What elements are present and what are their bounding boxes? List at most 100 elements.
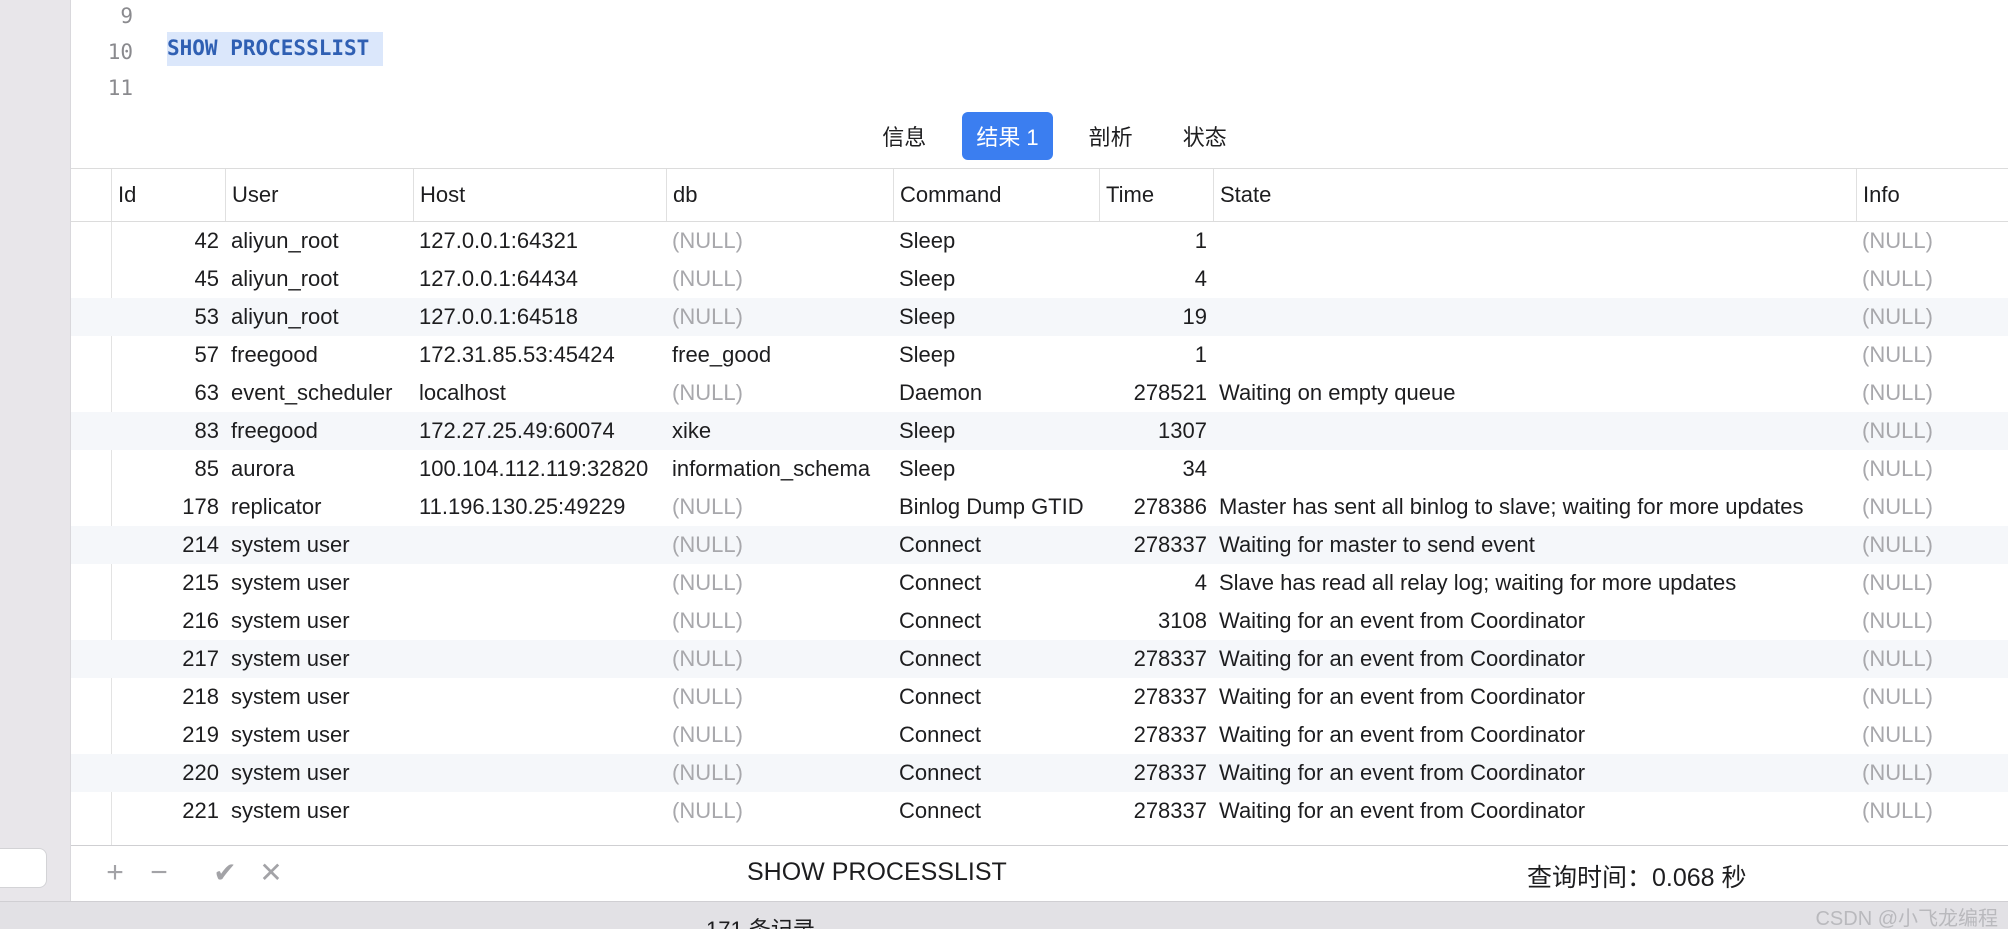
cell-info[interactable]: (NULL) — [1862, 450, 2008, 488]
cell-state[interactable] — [1219, 298, 1856, 336]
cell-db[interactable]: (NULL) — [672, 792, 893, 830]
cell-db[interactable]: xike — [672, 412, 893, 450]
cell-user[interactable]: system user — [231, 564, 413, 602]
column-header-host[interactable]: Host — [413, 169, 666, 221]
cell-command[interactable]: Connect — [899, 640, 1099, 678]
delete-row-icon[interactable]: − — [145, 855, 173, 891]
cell-time[interactable]: 4 — [1105, 260, 1207, 298]
cell-time[interactable]: 278337 — [1105, 792, 1207, 830]
cell-id[interactable]: 216 — [111, 602, 219, 640]
cell-db[interactable]: (NULL) — [672, 754, 893, 792]
cell-id[interactable]: 45 — [111, 260, 219, 298]
cell-state[interactable]: Slave has read all relay log; waiting fo… — [1219, 564, 1856, 602]
cell-command[interactable]: Connect — [899, 754, 1099, 792]
cell-host[interactable] — [419, 716, 666, 754]
cell-info[interactable]: (NULL) — [1862, 526, 2008, 564]
discard-changes-icon[interactable]: ✕ — [257, 855, 285, 891]
column-header-id[interactable]: Id — [111, 169, 225, 221]
cell-info[interactable]: (NULL) — [1862, 336, 2008, 374]
cell-command[interactable]: Connect — [899, 602, 1099, 640]
cell-host[interactable]: 172.31.85.53:45424 — [419, 336, 666, 374]
table-row[interactable]: 63 event_scheduler localhost (NULL) Daemon 27… — [71, 374, 2008, 412]
cell-info[interactable]: (NULL) — [1862, 754, 2008, 792]
cell-info[interactable]: (NULL) — [1862, 640, 2008, 678]
column-header-command[interactable]: Command — [893, 169, 1099, 221]
table-row[interactable]: 57 freegood 172.31.85.53:45424 free_good Sle… — [71, 336, 2008, 374]
cell-command[interactable]: Connect — [899, 564, 1099, 602]
cell-host[interactable] — [419, 564, 666, 602]
cell-time[interactable]: 1 — [1105, 336, 1207, 374]
cell-command[interactable]: Sleep — [899, 336, 1099, 374]
cell-db[interactable]: (NULL) — [672, 602, 893, 640]
cell-user[interactable]: system user — [231, 716, 413, 754]
cell-db[interactable]: (NULL) — [672, 298, 893, 336]
cell-id[interactable]: 178 — [111, 488, 219, 526]
cell-db[interactable]: information_schema — [672, 450, 893, 488]
cell-db[interactable]: (NULL) — [672, 222, 893, 260]
cell-time[interactable]: 278386 — [1105, 488, 1207, 526]
cell-id[interactable]: 220 — [111, 754, 219, 792]
cell-info[interactable]: (NULL) — [1862, 564, 2008, 602]
tab-status[interactable]: 状态 — [1169, 112, 1241, 160]
cell-host[interactable] — [419, 792, 666, 830]
cell-state[interactable]: Waiting for an event from Coordinator — [1219, 678, 1856, 716]
cell-time[interactable]: 278337 — [1105, 716, 1207, 754]
cell-info[interactable]: (NULL) — [1862, 298, 2008, 336]
cell-db[interactable]: (NULL) — [672, 678, 893, 716]
cell-id[interactable]: 42 — [111, 222, 219, 260]
cell-state[interactable] — [1219, 450, 1856, 488]
cell-command[interactable]: Sleep — [899, 222, 1099, 260]
cell-host[interactable]: 127.0.0.1:64434 — [419, 260, 666, 298]
table-row[interactable]: 219 system user (NULL) Connect 278337 Waiting… — [71, 716, 2008, 754]
cell-host[interactable]: 127.0.0.1:64518 — [419, 298, 666, 336]
table-row[interactable]: 42 aliyun_root 127.0.0.1:64321 (NULL) Sleep 1… — [71, 222, 2008, 260]
cell-command[interactable]: Sleep — [899, 298, 1099, 336]
cell-state[interactable]: Master has sent all binlog to slave; wai… — [1219, 488, 1856, 526]
cell-id[interactable]: 53 — [111, 298, 219, 336]
cell-user[interactable]: system user — [231, 792, 413, 830]
cell-db[interactable]: (NULL) — [672, 640, 893, 678]
sidebar-search-field[interactable] — [0, 848, 47, 888]
apply-changes-icon[interactable]: ✔ — [211, 855, 239, 891]
cell-id[interactable]: 215 — [111, 564, 219, 602]
cell-user[interactable]: replicator — [231, 488, 413, 526]
cell-db[interactable]: (NULL) — [672, 526, 893, 564]
cell-user[interactable]: aurora — [231, 450, 413, 488]
cell-command[interactable]: Connect — [899, 716, 1099, 754]
cell-time[interactable]: 278337 — [1105, 754, 1207, 792]
cell-user[interactable]: aliyun_root — [231, 260, 413, 298]
table-row[interactable]: 216 system user (NULL) Connect 3108 Waiting f… — [71, 602, 2008, 640]
table-row[interactable]: 217 system user (NULL) Connect 278337 Waiting… — [71, 640, 2008, 678]
cell-user[interactable]: system user — [231, 754, 413, 792]
cell-state[interactable] — [1219, 260, 1856, 298]
cell-host[interactable] — [419, 640, 666, 678]
cell-db[interactable]: (NULL) — [672, 564, 893, 602]
cell-id[interactable]: 57 — [111, 336, 219, 374]
cell-db[interactable]: free_good — [672, 336, 893, 374]
cell-host[interactable] — [419, 526, 666, 564]
cell-user[interactable]: event_scheduler — [231, 374, 413, 412]
cell-info[interactable]: (NULL) — [1862, 222, 2008, 260]
table-row[interactable]: 220 system user (NULL) Connect 278337 Waiting… — [71, 754, 2008, 792]
cell-command[interactable]: Daemon — [899, 374, 1099, 412]
cell-info[interactable]: (NULL) — [1862, 260, 2008, 298]
cell-db[interactable]: (NULL) — [672, 716, 893, 754]
cell-user[interactable]: aliyun_root — [231, 298, 413, 336]
cell-host[interactable]: 127.0.0.1:64321 — [419, 222, 666, 260]
result-grid[interactable]: Id User Host db Command Time State Info … — [71, 169, 2008, 845]
cell-user[interactable]: freegood — [231, 412, 413, 450]
cell-id[interactable]: 214 — [111, 526, 219, 564]
cell-info[interactable]: (NULL) — [1862, 716, 2008, 754]
table-row[interactable]: 85 aurora 100.104.112.119:32820 information… — [71, 450, 2008, 488]
cell-host[interactable]: 11.196.130.25:49229 — [419, 488, 666, 526]
column-header-time[interactable]: Time — [1099, 169, 1213, 221]
cell-id[interactable]: 221 — [111, 792, 219, 830]
cell-state[interactable]: Waiting on empty queue — [1219, 374, 1856, 412]
cell-id[interactable]: 219 — [111, 716, 219, 754]
column-header-info[interactable]: Info — [1856, 169, 2008, 221]
cell-command[interactable]: Sleep — [899, 412, 1099, 450]
add-row-icon[interactable]: + — [101, 855, 129, 891]
cell-host[interactable] — [419, 754, 666, 792]
cell-db[interactable]: (NULL) — [672, 260, 893, 298]
cell-id[interactable]: 85 — [111, 450, 219, 488]
